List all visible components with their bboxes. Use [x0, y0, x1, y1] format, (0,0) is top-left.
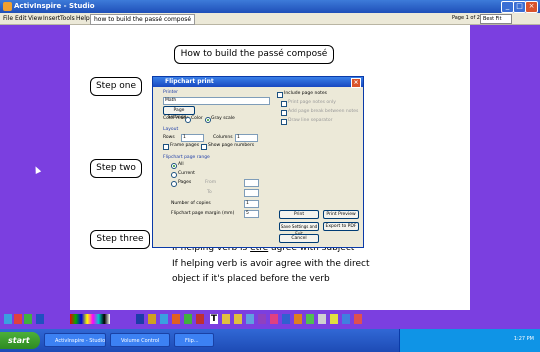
menu-help[interactable]: Help [76, 15, 90, 22]
zoom-select[interactable]: Best Fit [480, 14, 512, 24]
trash-icon[interactable] [354, 314, 362, 324]
text-tool-icon[interactable]: T [210, 314, 218, 324]
columns-stepper[interactable]: 1 [235, 134, 258, 142]
page-indicator: Page 1 of 2 [451, 15, 480, 21]
all-radio[interactable] [171, 163, 177, 169]
system-tray: 1:27 PM [399, 329, 540, 352]
camera-icon[interactable] [306, 314, 314, 324]
shape-icon[interactable] [172, 314, 180, 324]
resources-icon[interactable] [294, 314, 302, 324]
eraser-icon[interactable] [36, 314, 44, 324]
rule-line-3: object if it's placed before the verb [172, 274, 330, 284]
layout-section-label: Layout [163, 127, 179, 132]
to-field[interactable] [244, 189, 259, 197]
main-toolbar: T [0, 311, 540, 329]
menu-file[interactable]: File [3, 15, 13, 22]
frame-pages-checkbox[interactable] [163, 144, 169, 150]
print-preview-button[interactable]: Print Preview [323, 210, 359, 219]
menu-view[interactable]: View [28, 15, 42, 22]
print-notes-only-checkbox[interactable] [281, 101, 287, 107]
close-button[interactable]: × [525, 1, 538, 13]
columns-label: Columns [213, 135, 233, 140]
taskbar-item-volume[interactable]: Volume Control [110, 333, 170, 347]
mouse-cursor [32, 165, 42, 174]
clock-icon[interactable] [342, 314, 350, 324]
title-bar: ActivInspire - Studio _ □ × [0, 0, 540, 13]
page-browser-icon[interactable] [282, 314, 290, 324]
current-label: Current [178, 171, 195, 176]
show-page-numbers-label: Show page numbers [208, 143, 255, 148]
page-settings-button[interactable]: Page Settings... [163, 106, 195, 120]
step-two-box[interactable]: Step two [90, 159, 142, 178]
to-label: To [207, 190, 212, 195]
copies-label: Number of copies [171, 201, 211, 206]
print-dialog: Flipchart print × Printer Math Page Sett… [152, 76, 364, 248]
show-page-numbers-checkbox[interactable] [201, 144, 207, 150]
taskbar-item-activinspire[interactable]: ActivInspire - Studio [44, 333, 106, 347]
pencil-icon[interactable] [148, 314, 156, 324]
copies-stepper[interactable]: 1 [244, 200, 259, 208]
app-icon [3, 2, 12, 11]
redo-icon[interactable] [234, 314, 242, 324]
reset-icon[interactable] [246, 314, 254, 324]
cancel-button[interactable]: Cancel [279, 234, 319, 243]
undo-icon[interactable] [222, 314, 230, 324]
dialog-title-bar: Flipchart print × [153, 77, 363, 88]
include-notes-label: Include page notes [284, 91, 327, 96]
export-pdf-button[interactable]: Export to PDF [323, 222, 359, 231]
printer-section-label: Printer [163, 90, 178, 95]
add-page-break-checkbox[interactable] [281, 110, 287, 116]
rule-line-2: If helping verb is avoir agree with the … [172, 259, 370, 269]
revealer-icon[interactable] [330, 314, 338, 324]
pages-radio[interactable] [171, 181, 177, 187]
taskbar: start ActivInspire - Studio Volume Contr… [0, 329, 540, 352]
draw-separator-checkbox[interactable] [281, 119, 287, 125]
menu-tools[interactable]: Tools [60, 15, 75, 22]
menu-bar: File Edit View Insert Tools Help how to … [0, 13, 540, 25]
color-palette[interactable] [70, 314, 110, 324]
fill-icon[interactable] [184, 314, 192, 324]
menu-edit[interactable]: Edit [15, 15, 27, 22]
dialog-close-button[interactable]: × [351, 78, 361, 88]
step-three-box[interactable]: Step three [90, 230, 150, 249]
rows-label: Rows [163, 135, 175, 140]
include-notes-checkbox[interactable] [277, 92, 283, 98]
print-notes-only-label: Print page notes only [288, 100, 336, 105]
clock: 1:27 PM [513, 336, 534, 342]
from-field[interactable] [244, 179, 259, 187]
dialog-title: Flipchart print [165, 78, 214, 85]
marker-icon[interactable] [160, 314, 168, 324]
printer-select[interactable]: Math [163, 97, 270, 105]
menu-insert[interactable]: Insert [43, 15, 60, 22]
page-heading[interactable]: How to build the passé composé [174, 45, 334, 64]
frame-pages-label: Frame pages [170, 143, 200, 148]
rows-stepper[interactable]: 1 [181, 134, 204, 142]
margin-field[interactable]: 5 [244, 210, 259, 218]
margin-label: Flipchart page margin (mm) [171, 211, 235, 216]
taskbar-item-flip[interactable]: Flip... [174, 333, 214, 347]
range-section-label: Flipchart page range [163, 155, 210, 160]
from-label: From [205, 180, 217, 185]
pen-icon[interactable] [14, 314, 22, 324]
select-icon[interactable] [136, 314, 144, 324]
spotlight-icon[interactable] [318, 314, 326, 324]
current-radio[interactable] [171, 172, 177, 178]
color-label: Color [191, 116, 203, 121]
pages-label: Pages [178, 180, 192, 185]
magic-ink-icon[interactable] [270, 314, 278, 324]
all-label: All [178, 162, 184, 167]
window-title: ActivInspire - Studio [14, 2, 95, 10]
save-exit-button[interactable]: Save Settings and Exit [279, 222, 319, 236]
gray-scale-label: Gray scale [211, 116, 235, 121]
stamp-icon[interactable] [196, 314, 204, 324]
highlighter-icon[interactable] [24, 314, 32, 324]
print-button[interactable]: Print [279, 210, 319, 219]
start-button[interactable]: start [0, 332, 40, 349]
add-page-break-label: Add page break between notes [288, 109, 359, 114]
line-icon[interactable] [258, 314, 266, 324]
flipchart-tab[interactable]: how to build the passé composé [90, 14, 196, 25]
draw-separator-label: Draw line separator [288, 118, 333, 123]
toolbox-icon[interactable] [4, 314, 12, 324]
step-one-box[interactable]: Step one [90, 77, 142, 96]
